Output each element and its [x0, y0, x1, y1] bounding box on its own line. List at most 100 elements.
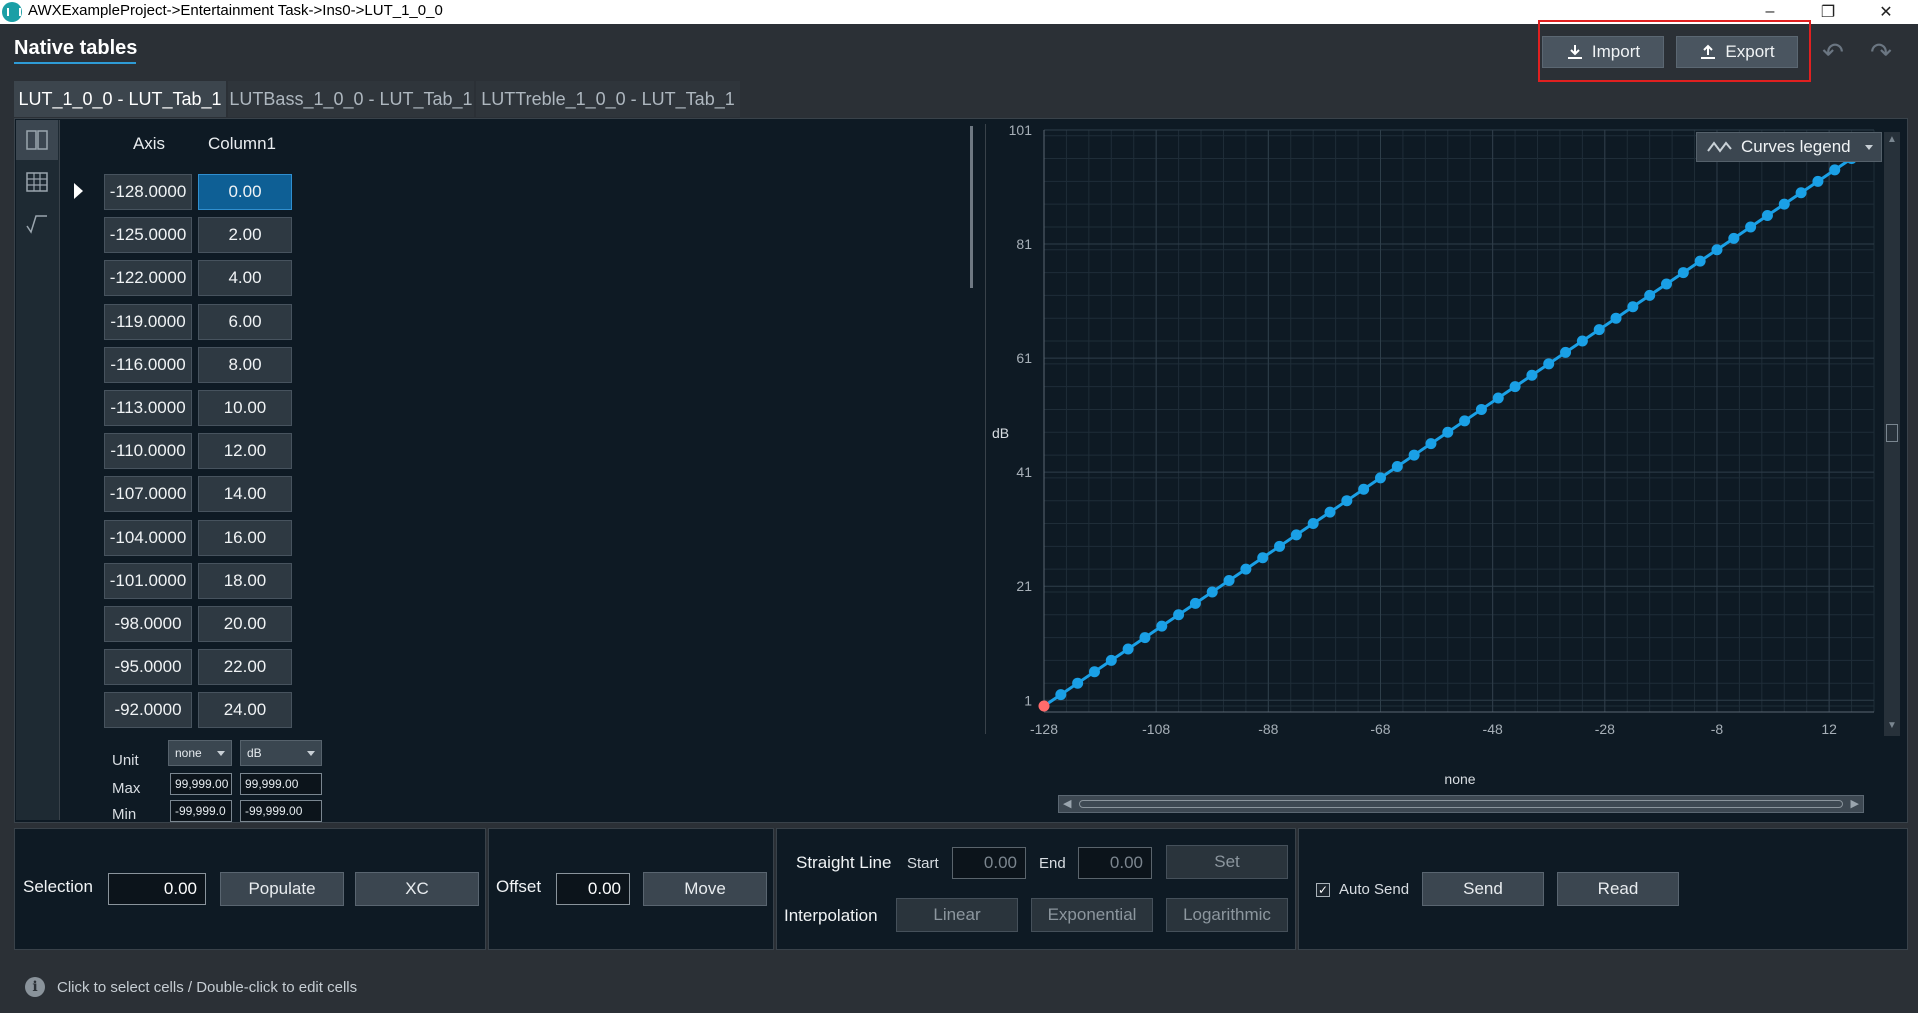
split-view-icon[interactable] [16, 120, 58, 160]
data-point[interactable] [1408, 449, 1420, 461]
data-point[interactable] [1206, 586, 1218, 598]
column-unit-select[interactable]: dB [240, 740, 322, 766]
chart-horizontal-scrollbar[interactable]: ◀ ▶ [1058, 795, 1864, 813]
scroll-thumb[interactable] [1886, 424, 1898, 442]
grid-icon[interactable] [16, 162, 58, 202]
value-cell[interactable]: 4.00 [198, 260, 292, 297]
data-point[interactable] [1475, 403, 1487, 415]
column-min-input[interactable]: -99,999.00 [240, 800, 322, 822]
panel-divider[interactable] [985, 124, 986, 734]
axis-unit-select[interactable]: none [168, 740, 232, 766]
undo-icon[interactable]: ↶ [1816, 36, 1850, 68]
value-cell[interactable]: 18.00 [198, 562, 292, 599]
scroll-up-icon[interactable]: ▲ [1887, 134, 1897, 145]
data-point[interactable] [1088, 666, 1100, 678]
data-point[interactable] [1560, 346, 1572, 358]
read-button[interactable]: Read [1557, 872, 1679, 906]
set-button[interactable]: Set [1166, 845, 1288, 879]
axis-cell[interactable]: -125.0000 [104, 217, 192, 254]
value-cell[interactable]: 6.00 [198, 303, 292, 340]
import-button[interactable]: Import [1542, 36, 1664, 68]
data-point[interactable] [1105, 654, 1117, 666]
linear-button[interactable]: Linear [896, 898, 1018, 932]
curve-chart[interactable]: 101 81 61 41 21 1 -128 -108 -88 -68 -48 -28 -8 12 dB no… [990, 124, 1904, 824]
data-point[interactable] [1358, 483, 1370, 495]
offset-input[interactable]: 0.00 [556, 873, 630, 905]
data-point[interactable] [1324, 506, 1336, 518]
data-point[interactable] [1459, 415, 1471, 427]
scroll-left-icon[interactable]: ◀ [1063, 797, 1071, 810]
data-point[interactable] [1543, 358, 1555, 370]
xc-button[interactable]: XC [355, 872, 479, 906]
axis-cell[interactable]: -98.0000 [104, 606, 192, 642]
data-point[interactable] [1189, 597, 1201, 609]
data-point[interactable] [1223, 575, 1235, 587]
logarithmic-button[interactable]: Logarithmic [1166, 898, 1288, 932]
data-point[interactable] [1778, 198, 1790, 210]
axis-cell[interactable]: -104.0000 [104, 519, 192, 556]
close-icon[interactable]: ✕ [1858, 0, 1914, 24]
table-scrollbar[interactable] [970, 126, 973, 288]
selected-data-point[interactable] [1038, 700, 1050, 712]
data-point[interactable] [1173, 609, 1185, 621]
data-point[interactable] [1290, 529, 1302, 541]
send-button[interactable]: Send [1422, 872, 1544, 906]
axis-cell[interactable]: -101.0000 [104, 562, 192, 599]
axis-cell[interactable]: -95.0000 [104, 649, 192, 686]
data-point[interactable] [1644, 289, 1656, 301]
auto-send-checkbox[interactable]: ✓ [1316, 883, 1330, 897]
data-point[interactable] [1761, 210, 1773, 222]
data-point[interactable] [1526, 369, 1538, 381]
column-max-input[interactable]: 99,999.00 [240, 773, 322, 795]
data-point[interactable] [1156, 620, 1168, 632]
data-point[interactable] [1661, 278, 1672, 290]
data-point[interactable] [1257, 552, 1269, 564]
redo-icon[interactable]: ↷ [1864, 36, 1898, 68]
selection-input[interactable]: 0.00 [108, 873, 206, 905]
value-cell[interactable]: 22.00 [198, 649, 292, 686]
axis-cell[interactable]: -113.0000 [104, 390, 192, 426]
data-point[interactable] [1812, 175, 1824, 187]
curve-icon[interactable] [16, 204, 58, 244]
move-button[interactable]: Move [643, 872, 767, 906]
data-point[interactable] [1677, 267, 1689, 279]
data-point[interactable] [1055, 689, 1067, 701]
data-point[interactable] [1139, 632, 1151, 644]
value-cell[interactable]: 8.00 [198, 346, 292, 383]
data-point[interactable] [1391, 460, 1403, 472]
exponential-button[interactable]: Exponential [1031, 898, 1153, 932]
data-point[interactable] [1610, 312, 1622, 324]
value-cell[interactable]: 20.00 [198, 606, 292, 642]
axis-cell[interactable]: -92.0000 [104, 692, 192, 729]
axis-cell[interactable]: -110.0000 [104, 433, 192, 470]
tab-lutbass[interactable]: LUTBass_1_0_0 - LUT_Tab_1 [228, 81, 474, 117]
data-point[interactable] [1374, 472, 1386, 484]
axis-cell[interactable]: -119.0000 [104, 303, 192, 340]
export-button[interactable]: Export [1676, 36, 1798, 68]
end-input[interactable]: 0.00 [1078, 847, 1152, 879]
axis-cell[interactable]: -116.0000 [104, 346, 192, 383]
value-cell[interactable]: 12.00 [198, 433, 292, 470]
data-point[interactable] [1509, 381, 1521, 393]
value-cell[interactable]: 14.00 [198, 476, 292, 513]
data-point[interactable] [1307, 518, 1319, 530]
curves-legend-button[interactable]: Curves legend [1696, 132, 1882, 162]
data-point[interactable] [1728, 232, 1740, 244]
data-point[interactable] [1240, 563, 1252, 575]
data-point[interactable] [1274, 540, 1286, 552]
axis-max-input[interactable]: 99,999.00 [170, 773, 232, 795]
populate-button[interactable]: Populate [220, 872, 344, 906]
data-point[interactable] [1492, 392, 1504, 404]
data-point[interactable] [1745, 221, 1757, 233]
start-input[interactable]: 0.00 [952, 847, 1026, 879]
value-cell[interactable]: 0.00 [198, 174, 292, 210]
data-point[interactable] [1576, 335, 1588, 347]
chart-vertical-scrollbar[interactable]: ▲ ▼ [1884, 132, 1900, 736]
value-cell[interactable]: 24.00 [198, 692, 292, 729]
data-point[interactable] [1442, 426, 1454, 438]
scroll-thumb-horizontal[interactable] [1079, 800, 1843, 808]
axis-cell[interactable]: -122.0000 [104, 260, 192, 297]
value-cell[interactable]: 2.00 [198, 217, 292, 254]
data-point[interactable] [1711, 244, 1723, 256]
data-point[interactable] [1627, 301, 1639, 313]
